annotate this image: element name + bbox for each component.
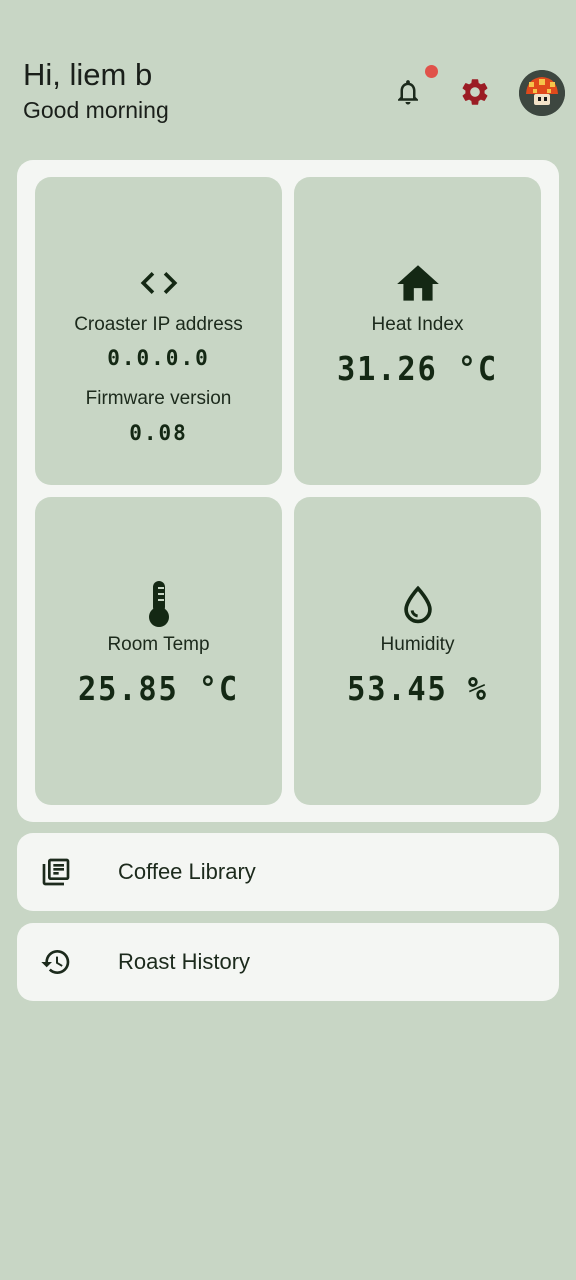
- device-info-tile[interactable]: Croaster IP address 0.0.0.0 Firmware ver…: [35, 177, 282, 485]
- notifications-button[interactable]: [386, 70, 430, 114]
- dashboard-panel: Croaster IP address 0.0.0.0 Firmware ver…: [17, 160, 559, 822]
- avatar[interactable]: [519, 70, 565, 116]
- room-temp-tile[interactable]: Room Temp 25.85 °C: [35, 497, 282, 805]
- humidity-label: Humidity: [380, 634, 455, 655]
- history-icon: [41, 950, 70, 974]
- water-drop-icon: [403, 585, 432, 624]
- coffee-library-label: Coffee Library: [118, 859, 256, 884]
- code-icon: [140, 272, 177, 294]
- roast-history-button[interactable]: Roast History: [17, 923, 559, 1001]
- water-drop-icon-wrap: [294, 579, 541, 629]
- room-temp-value: 25.85 °C: [78, 669, 239, 708]
- roast-history-label: Roast History: [118, 949, 251, 974]
- code-icon-wrap: [35, 261, 282, 305]
- mushroom-avatar-icon: [519, 70, 565, 116]
- greeting-subtitle: Good morning: [23, 97, 169, 123]
- ip-address-value: 0.0.0.0: [107, 346, 210, 370]
- bell-icon: [398, 80, 418, 105]
- heat-index-label: Heat Index: [371, 314, 464, 335]
- library-books-icon: [42, 858, 70, 886]
- ip-address-label: Croaster IP address: [74, 314, 243, 335]
- humidity-value: 53.45 %: [347, 669, 488, 708]
- firmware-label: Firmware version: [85, 388, 232, 409]
- notification-badge: [425, 65, 438, 78]
- history-icon-wrap: [39, 945, 73, 979]
- greeting-header: Hi, liem b Good morning: [23, 56, 169, 125]
- room-temp-label: Room Temp: [107, 634, 210, 655]
- settings-button[interactable]: [453, 70, 497, 114]
- home-screen: Hi, liem b Good morning Croaster IP addr…: [0, 0, 576, 1280]
- humidity-tile[interactable]: Humidity 53.45 %: [294, 497, 541, 805]
- thermometer-icon-wrap: [35, 579, 282, 629]
- gear-icon: [462, 79, 488, 105]
- thermometer-icon: [148, 581, 169, 627]
- heat-index-tile[interactable]: Heat Index 31.26 °C: [294, 177, 541, 485]
- coffee-library-button[interactable]: Coffee Library: [17, 833, 559, 911]
- firmware-value: 0.08: [129, 421, 188, 445]
- heat-index-value: 31.26 °C: [337, 349, 498, 388]
- library-icon-wrap: [39, 855, 73, 889]
- home-icon: [396, 265, 439, 301]
- home-icon-wrap: [294, 259, 541, 309]
- greeting-title: Hi, liem b: [23, 57, 153, 92]
